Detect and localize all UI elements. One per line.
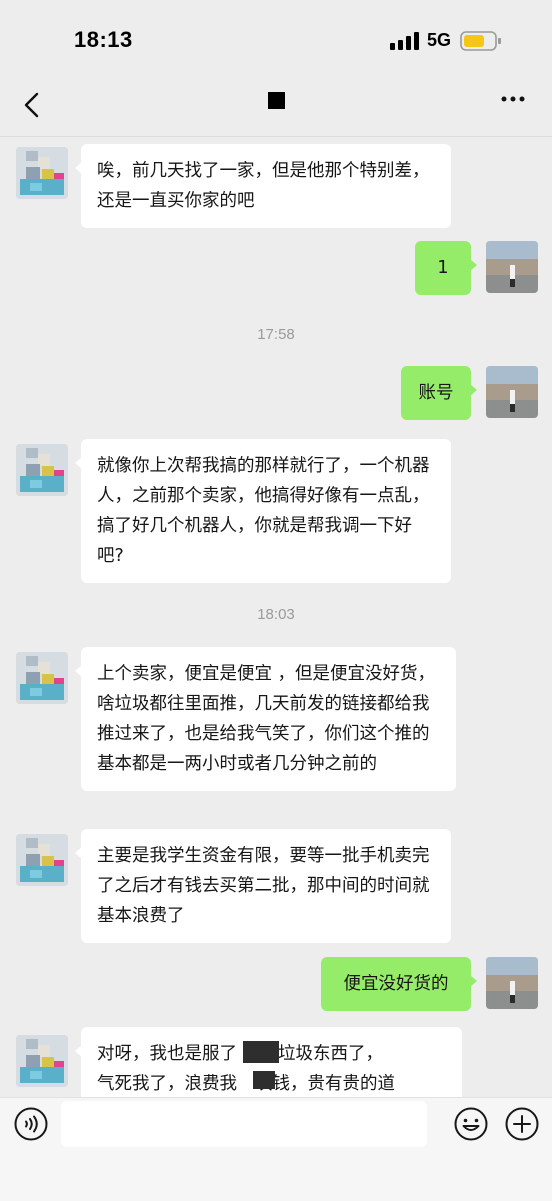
message-text: 气死我了，浪费我: [97, 1074, 237, 1094]
network-type: 5G: [427, 30, 452, 50]
chevron-left-icon[interactable]: [20, 86, 44, 124]
message-bubble-incoming[interactable]: 唉，前几天找了一家，但是他那个特别差，还是一直买你家的吧: [75, 144, 451, 228]
chat-title-redacted: [268, 92, 285, 109]
message-bubble-incoming[interactable]: 对呀，我也是服了 那个垃圾东西了， 气死我了，浪费我 块钱，贵有贵的道: [75, 1027, 462, 1097]
message-list[interactable]: 唉，前几天找了一家，但是他那个特别差，还是一直买你家的吧 1 17:58 账号: [0, 137, 552, 1097]
my-avatar[interactable]: [486, 957, 538, 1009]
message-bubble-incoming[interactable]: 上个卖家，便宜是便宜 ，但是便宜没好货，啥垃圾都往里面推，几天前发的链接都给我推…: [75, 647, 456, 791]
message-timestamp: 18:03: [257, 606, 295, 623]
message-bubble-incoming[interactable]: 就像你上次帮我搞的那样就行了，一个机器人，之前那个卖家，他搞得好像有一点乱，搞了…: [75, 439, 451, 583]
message-timestamp: 17:58: [257, 326, 295, 343]
redaction-mark: [243, 1041, 279, 1063]
my-avatar[interactable]: [486, 241, 538, 293]
input-bar: [0, 1097, 552, 1201]
more-dots-icon[interactable]: [500, 92, 526, 106]
contact-avatar[interactable]: [16, 834, 68, 886]
contact-avatar[interactable]: [16, 1035, 68, 1087]
voice-icon[interactable]: [13, 1106, 49, 1142]
plus-icon[interactable]: [504, 1106, 540, 1142]
message-bubble-incoming[interactable]: 主要是我学生资金有限，要等一批手机卖完了之后才有钱去买第二批，那中间的时间就基本…: [75, 829, 451, 943]
message-text: 块钱，贵有贵的道: [255, 1074, 395, 1094]
status-bar: 18:13 5G: [0, 0, 552, 78]
emoji-icon[interactable]: [453, 1106, 489, 1142]
battery-icon: [460, 31, 501, 51]
contact-avatar[interactable]: [16, 652, 68, 704]
message-text: 对呀，我也是服了: [97, 1044, 237, 1064]
chat-header: [0, 78, 552, 137]
contact-avatar[interactable]: [16, 444, 68, 496]
message-bubble-outgoing[interactable]: 便宜没好货的: [321, 957, 477, 1011]
signal-bars-icon: [390, 32, 419, 50]
status-time: 18:13: [74, 27, 133, 52]
redaction-mark: [253, 1071, 275, 1089]
contact-avatar[interactable]: [16, 147, 68, 199]
message-bubble-outgoing[interactable]: 账号: [401, 366, 477, 420]
my-avatar[interactable]: [486, 366, 538, 418]
message-input[interactable]: [61, 1101, 427, 1147]
message-bubble-outgoing[interactable]: 1: [415, 241, 477, 295]
